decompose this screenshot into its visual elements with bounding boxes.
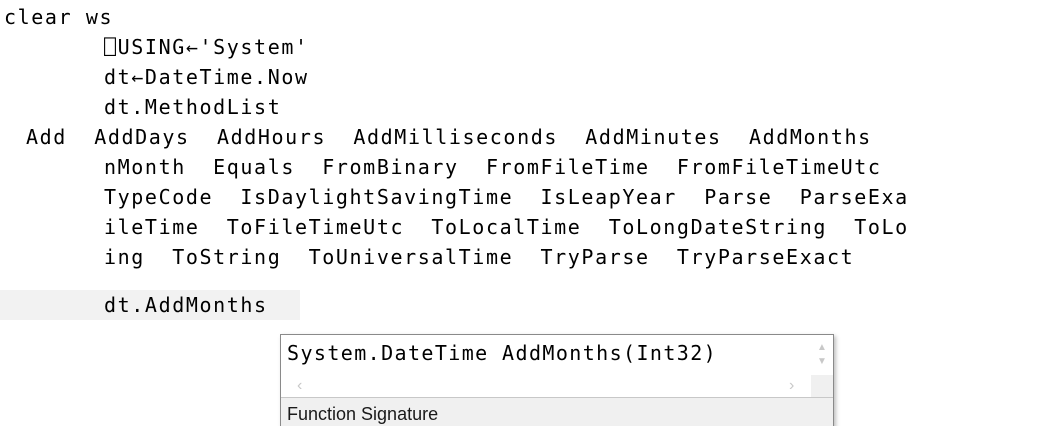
output-line: Add AddDays AddHours AddMilliseconds Add… — [0, 122, 872, 152]
session-line-text: clear ws — [4, 5, 114, 29]
autocomplete-popup[interactable]: System.DateTime AddMonths(Int32) ▲ ▼ ‹ ›… — [280, 334, 834, 426]
chevron-up-icon[interactable]: ▲ — [817, 343, 827, 353]
status-bar: Function Signature — [281, 397, 833, 426]
chevron-right-icon[interactable]: › — [789, 375, 794, 397]
session-line[interactable]: dt←DateTime.Now — [0, 62, 309, 92]
vertical-scrollbar[interactable]: ▲ ▼ — [811, 335, 833, 375]
current-input-line[interactable]: dt.AddMonths — [0, 290, 300, 320]
output-line-text: ileTime ToFileTimeUtc ToLocalTime ToLong… — [104, 215, 909, 239]
output-line: ileTime ToFileTimeUtc ToLocalTime ToLong… — [0, 212, 909, 242]
current-input-text: dt.AddMonths — [104, 293, 268, 317]
session-line-text: dt←DateTime.Now — [104, 65, 309, 89]
session-line-text: ⎕USING←'System' — [104, 35, 309, 59]
signature-row[interactable]: System.DateTime AddMonths(Int32) — [281, 335, 811, 375]
output-line: TypeCode IsDaylightSavingTime IsLeapYear… — [0, 182, 909, 212]
session-line-text: dt.MethodList — [104, 95, 282, 119]
scrollbar-corner — [811, 375, 833, 397]
output-line: nMonth Equals FromBinary FromFileTime Fr… — [0, 152, 882, 182]
status-label: Function Signature — [287, 404, 439, 424]
session-line[interactable]: ⎕USING←'System' — [0, 32, 309, 62]
output-line-text: Add AddDays AddHours AddMilliseconds Add… — [26, 125, 872, 149]
output-line-text: TypeCode IsDaylightSavingTime IsLeapYear… — [104, 185, 909, 209]
output-line-text: ing ToString ToUniversalTime TryParse Tr… — [104, 245, 855, 269]
chevron-down-icon[interactable]: ▼ — [817, 357, 827, 367]
horizontal-scrollbar[interactable]: ‹ › — [281, 375, 811, 397]
session-line[interactable]: dt.MethodList — [0, 92, 281, 122]
chevron-left-icon[interactable]: ‹ — [297, 375, 302, 397]
signature-text: System.DateTime AddMonths(Int32) — [287, 341, 718, 365]
output-line: ing ToString ToUniversalTime TryParse Tr… — [0, 242, 854, 272]
session-window[interactable]: clear ws ⎕USING←'System' dt←DateTime.Now… — [0, 0, 1054, 426]
session-line[interactable]: clear ws — [4, 2, 113, 32]
output-line-text: nMonth Equals FromBinary FromFileTime Fr… — [104, 155, 882, 179]
